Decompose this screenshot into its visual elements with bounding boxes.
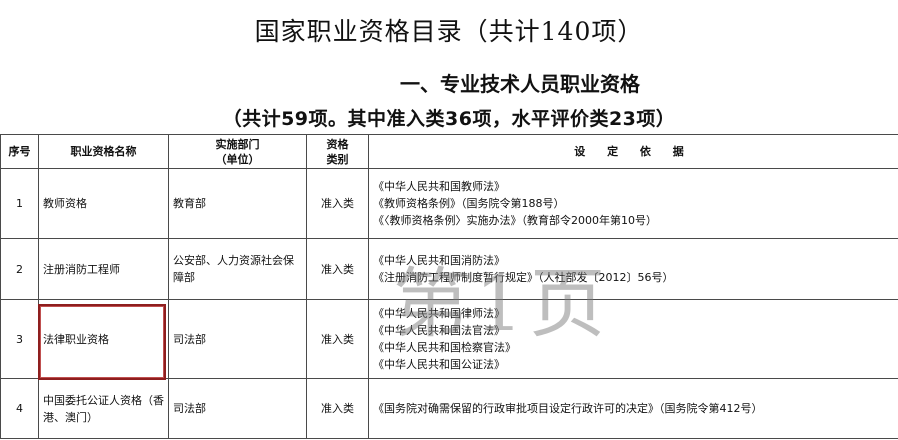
cell-dept[interactable]: 教育部 (168, 168, 307, 239)
cell-name[interactable]: 教师资格 (38, 168, 169, 239)
header-dept-line1: 实施部门 (215, 137, 260, 151)
cell-dept[interactable]: 公安部、人力资源社会保障部 (168, 238, 307, 300)
header-dept-line2: （单位） (215, 152, 260, 166)
table-row: 1 教师资格 教育部 准入类 《中华人民共和国教师法》 《教师资格条例》（国务院… (0, 168, 898, 239)
cell-type[interactable]: 准入类 (306, 238, 369, 300)
basis-line: 《教师资格条例》（国务院令第188号） (373, 197, 565, 210)
cell-dept[interactable]: 司法部 (168, 378, 307, 439)
page-title: 国家职业资格目录（共计140项） (254, 17, 644, 46)
cell-name[interactable]: 注册消防工程师 (38, 238, 169, 300)
cell-no[interactable]: 4 (0, 378, 39, 439)
cell-type[interactable]: 准入类 (306, 168, 369, 239)
cell-name-selected[interactable]: 法律职业资格 (38, 299, 169, 379)
table-header-row: 序号 职业资格名称 实施部门 （单位） 资格 类别 设 定 依 据 (0, 134, 898, 169)
header-basis[interactable]: 设 定 依 据 (368, 134, 898, 169)
cell-name[interactable]: 中国委托公证人资格（香港、澳门） (38, 378, 169, 439)
summary-row: （共计59项。其中准入类36项，水平评价类23项） (0, 98, 898, 134)
cell-no[interactable]: 3 (0, 299, 39, 379)
cell-no[interactable]: 2 (0, 238, 39, 300)
basis-line: 《国务院对确需保留的行政审批项目设定行政许可的决定》（国务院令第412号） (373, 402, 763, 415)
cell-no[interactable]: 1 (0, 168, 39, 239)
cell-dept[interactable]: 司法部 (168, 299, 307, 379)
header-no[interactable]: 序号 (0, 134, 39, 169)
header-type-line2: 类别 (326, 152, 349, 166)
basis-line: 《中华人民共和国公证法》 (373, 358, 505, 371)
cell-type[interactable]: 准入类 (306, 299, 369, 379)
header-type-line1: 资格 (326, 137, 349, 151)
cell-basis[interactable]: 《中华人民共和国教师法》 《教师资格条例》（国务院令第188号） 《〈教师资格条… (368, 168, 898, 239)
section-row: 一、专业技术人员职业资格 (0, 64, 898, 99)
title-row: 国家职业资格目录（共计140项） (0, 0, 898, 65)
basis-line: 《中华人民共和国教师法》 (373, 180, 505, 193)
table-row: 4 中国委托公证人资格（香港、澳门） 司法部 准入类 《国务院对确需保留的行政审… (0, 378, 898, 439)
section-heading: 一、专业技术人员职业资格 (400, 72, 640, 96)
cell-type[interactable]: 准入类 (306, 378, 369, 439)
header-name[interactable]: 职业资格名称 (38, 134, 169, 169)
page-watermark: 第1页 (393, 259, 612, 348)
count-summary: （共计59项。其中准入类36项，水平评价类23项） (222, 108, 676, 130)
basis-line: 《〈教师资格条例〉实施办法》（教育部令2000年第10号） (373, 214, 657, 227)
header-type[interactable]: 资格 类别 (306, 134, 369, 169)
header-dept[interactable]: 实施部门 （单位） (168, 134, 307, 169)
cell-basis[interactable]: 《国务院对确需保留的行政审批项目设定行政许可的决定》（国务院令第412号） (368, 378, 898, 439)
